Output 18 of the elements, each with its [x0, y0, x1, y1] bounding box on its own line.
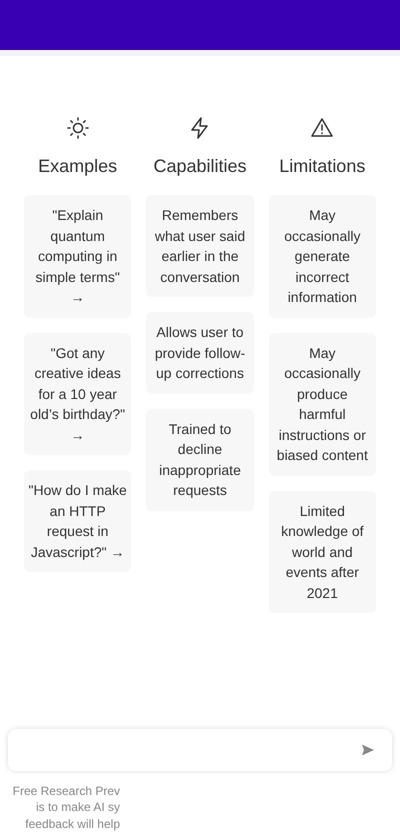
- column-title: Limitations: [279, 156, 366, 177]
- column-title: Examples: [38, 156, 118, 177]
- info-card: Trained to decline inappropriate requests: [146, 408, 254, 510]
- warning-icon: [310, 116, 334, 140]
- example-prompt[interactable]: "Explain quantum computing in simple terms" →: [24, 195, 132, 318]
- example-prompt[interactable]: "How do I make an HTTP request in Javascript?" →: [24, 470, 132, 572]
- example-prompt[interactable]: "Got any creative ideas for a 10 year old’s birthday?" →: [24, 332, 132, 455]
- message-input[interactable]: [8, 728, 392, 770]
- info-card: Remembers what user said earlier in the conversation: [146, 195, 254, 297]
- footer-text: Free Research Prev: [12, 782, 120, 799]
- info-card: Allows user to provide follow-up corrections: [146, 312, 254, 394]
- info-card: May occasionally produce harmful instructions or biased content: [268, 332, 376, 476]
- info-card: May occasionally generate incorrect information: [268, 195, 376, 318]
- info-card: Limited knowledge of world and events after 2021: [268, 490, 376, 613]
- column-title: Capabilities: [153, 156, 247, 177]
- footer-text: is to make AI sy: [36, 799, 120, 816]
- footer-text: feedback will help: [25, 816, 120, 832]
- sun-icon: [66, 116, 90, 140]
